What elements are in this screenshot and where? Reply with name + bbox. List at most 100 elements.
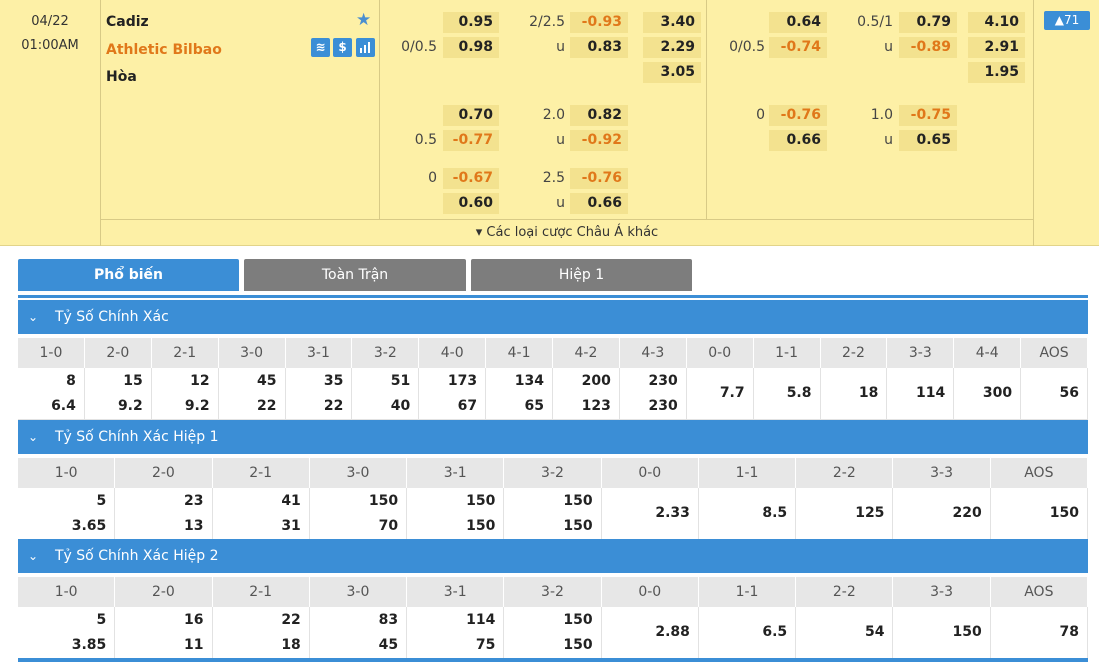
away-team[interactable]: Athletic Bilbao (106, 42, 222, 58)
score-odds-cell[interactable]: 45 22 (219, 368, 286, 420)
odds-value[interactable]: 75 (476, 637, 495, 653)
score-odds-cell[interactable]: 22 18 (213, 607, 310, 659)
odds-over[interactable]: 0.82 (570, 105, 628, 126)
odds-1x2[interactable]: 4.10 (968, 12, 1025, 33)
odds-value[interactable]: 23 (184, 493, 203, 509)
odds-value[interactable]: 8 (66, 373, 76, 389)
odds-value[interactable]: 8.5 (762, 505, 787, 521)
odds-value[interactable]: 51 (391, 373, 410, 389)
section-header[interactable]: ⌄ Tỷ Số Chính Xác Hiệp 1 (18, 420, 1088, 454)
odds-value[interactable]: 6.4 (51, 398, 76, 414)
odds-home[interactable]: 0.95 (443, 12, 499, 33)
odds-under[interactable]: -0.92 (570, 130, 628, 151)
odds-value[interactable]: 11 (184, 637, 203, 653)
score-odds-cell[interactable]: 78 (991, 607, 1088, 659)
odds-under[interactable]: 0.83 (570, 37, 628, 58)
odds-value[interactable]: 300 (983, 385, 1012, 401)
chevron-down-icon[interactable]: ⌄ (28, 539, 42, 573)
odds-value[interactable]: 54 (865, 624, 884, 640)
odds-value[interactable]: 220 (952, 505, 981, 521)
score-odds-cell[interactable]: 114 75 (407, 607, 505, 659)
score-odds-cell[interactable]: 12 9.2 (152, 368, 219, 420)
score-odds-cell[interactable]: 150 70 (310, 488, 408, 540)
odds-value[interactable]: 5 (97, 493, 107, 509)
score-odds-cell[interactable]: 54 (796, 607, 894, 659)
odds-away[interactable]: 0.98 (443, 37, 499, 58)
odds-value[interactable]: 230 (649, 373, 678, 389)
odds-value[interactable]: 173 (448, 373, 477, 389)
odds-value[interactable]: 9.2 (118, 398, 143, 414)
score-odds-cell[interactable]: 23 13 (115, 488, 213, 540)
odds-home[interactable]: 0.70 (443, 105, 499, 126)
odds-value[interactable]: 18 (281, 637, 300, 653)
odds-under[interactable]: 0.66 (570, 193, 628, 214)
odds-value[interactable]: 31 (281, 518, 300, 534)
odds-value[interactable]: 123 (582, 398, 611, 414)
score-odds-cell[interactable]: 5.8 (754, 368, 821, 420)
odds-away[interactable]: -0.77 (443, 130, 499, 151)
odds-under[interactable]: -0.89 (899, 37, 957, 58)
odds-away[interactable]: 0.66 (769, 130, 827, 151)
odds-value[interactable]: 150 (369, 493, 398, 509)
score-odds-cell[interactable]: 150 150 (407, 488, 505, 540)
odds-1x2[interactable]: 3.05 (643, 62, 701, 83)
odds-value[interactable]: 45 (257, 373, 276, 389)
odds-value[interactable]: 150 (563, 612, 592, 628)
odds-1x2[interactable]: 2.91 (968, 37, 1025, 58)
odds-value[interactable]: 45 (379, 637, 398, 653)
odds-value[interactable]: 150 (466, 518, 495, 534)
score-odds-cell[interactable]: 35 22 (286, 368, 353, 420)
odds-over[interactable]: 0.79 (899, 12, 957, 33)
dollar-icon[interactable]: $ (333, 38, 352, 57)
odds-value[interactable]: 56 (1060, 385, 1079, 401)
odds-away[interactable]: 0.60 (443, 193, 499, 214)
odds-value[interactable]: 35 (324, 373, 343, 389)
score-odds-cell[interactable]: 16 11 (115, 607, 213, 659)
chevron-down-icon[interactable]: ⌄ (28, 420, 42, 454)
score-odds-cell[interactable]: 15 9.2 (85, 368, 152, 420)
odds-value[interactable]: 70 (379, 518, 398, 534)
odds-value[interactable]: 134 (515, 373, 544, 389)
score-odds-cell[interactable]: 7.7 (687, 368, 754, 420)
odds-value[interactable]: 125 (855, 505, 884, 521)
odds-value[interactable]: 67 (458, 398, 477, 414)
odds-value[interactable]: 150 (563, 637, 592, 653)
score-odds-cell[interactable]: 114 (887, 368, 955, 420)
odds-value[interactable]: 13 (184, 518, 203, 534)
odds-home[interactable]: -0.67 (443, 168, 499, 189)
more-asian-odds-link[interactable]: ▾ Các loại cược Châu Á khác (100, 220, 1034, 246)
score-odds-cell[interactable]: 150 150 (504, 607, 602, 659)
odds-value[interactable]: 114 (466, 612, 495, 628)
odds-value[interactable]: 230 (649, 398, 678, 414)
odds-value[interactable]: 6.5 (762, 624, 787, 640)
score-odds-cell[interactable]: 150 (991, 488, 1088, 540)
score-odds-cell[interactable]: 200 123 (553, 368, 620, 420)
section-header[interactable]: ⌄ Tỷ Số Chính Xác Hiệp 2 (18, 539, 1088, 573)
odds-value[interactable]: 114 (916, 385, 945, 401)
odds-over[interactable]: -0.76 (570, 168, 628, 189)
odds-under[interactable]: 0.65 (899, 130, 957, 151)
chevron-down-icon[interactable]: ⌄ (28, 300, 42, 334)
score-odds-cell[interactable]: 5 3.85 (18, 607, 116, 659)
score-odds-cell[interactable]: 230 230 (620, 368, 687, 420)
section-header[interactable]: ⌄ Tỷ Số Chính Xác (18, 300, 1088, 334)
stats-bars-icon[interactable] (356, 38, 375, 57)
score-odds-cell[interactable]: 150 (893, 607, 991, 659)
score-odds-cell[interactable]: 5 3.65 (18, 488, 116, 540)
odds-1x2[interactable]: 1.95 (968, 62, 1025, 83)
score-odds-cell[interactable]: 2.88 (602, 607, 699, 659)
odds-value[interactable]: 150 (563, 518, 592, 534)
odds-value[interactable]: 150 (466, 493, 495, 509)
odds-value[interactable]: 40 (391, 398, 410, 414)
odds-value[interactable]: 78 (1060, 624, 1079, 640)
odds-value[interactable]: 18 (859, 385, 878, 401)
odds-value[interactable]: 22 (281, 612, 300, 628)
odds-value[interactable]: 15 (123, 373, 142, 389)
odds-value[interactable]: 150 (563, 493, 592, 509)
score-odds-cell[interactable]: 6.5 (699, 607, 797, 659)
home-team[interactable]: Cadiz (106, 14, 149, 30)
odds-away[interactable]: -0.74 (769, 37, 827, 58)
score-odds-cell[interactable]: 2.33 (602, 488, 699, 540)
odds-value[interactable]: 22 (257, 398, 276, 414)
score-odds-cell[interactable]: 125 (796, 488, 894, 540)
